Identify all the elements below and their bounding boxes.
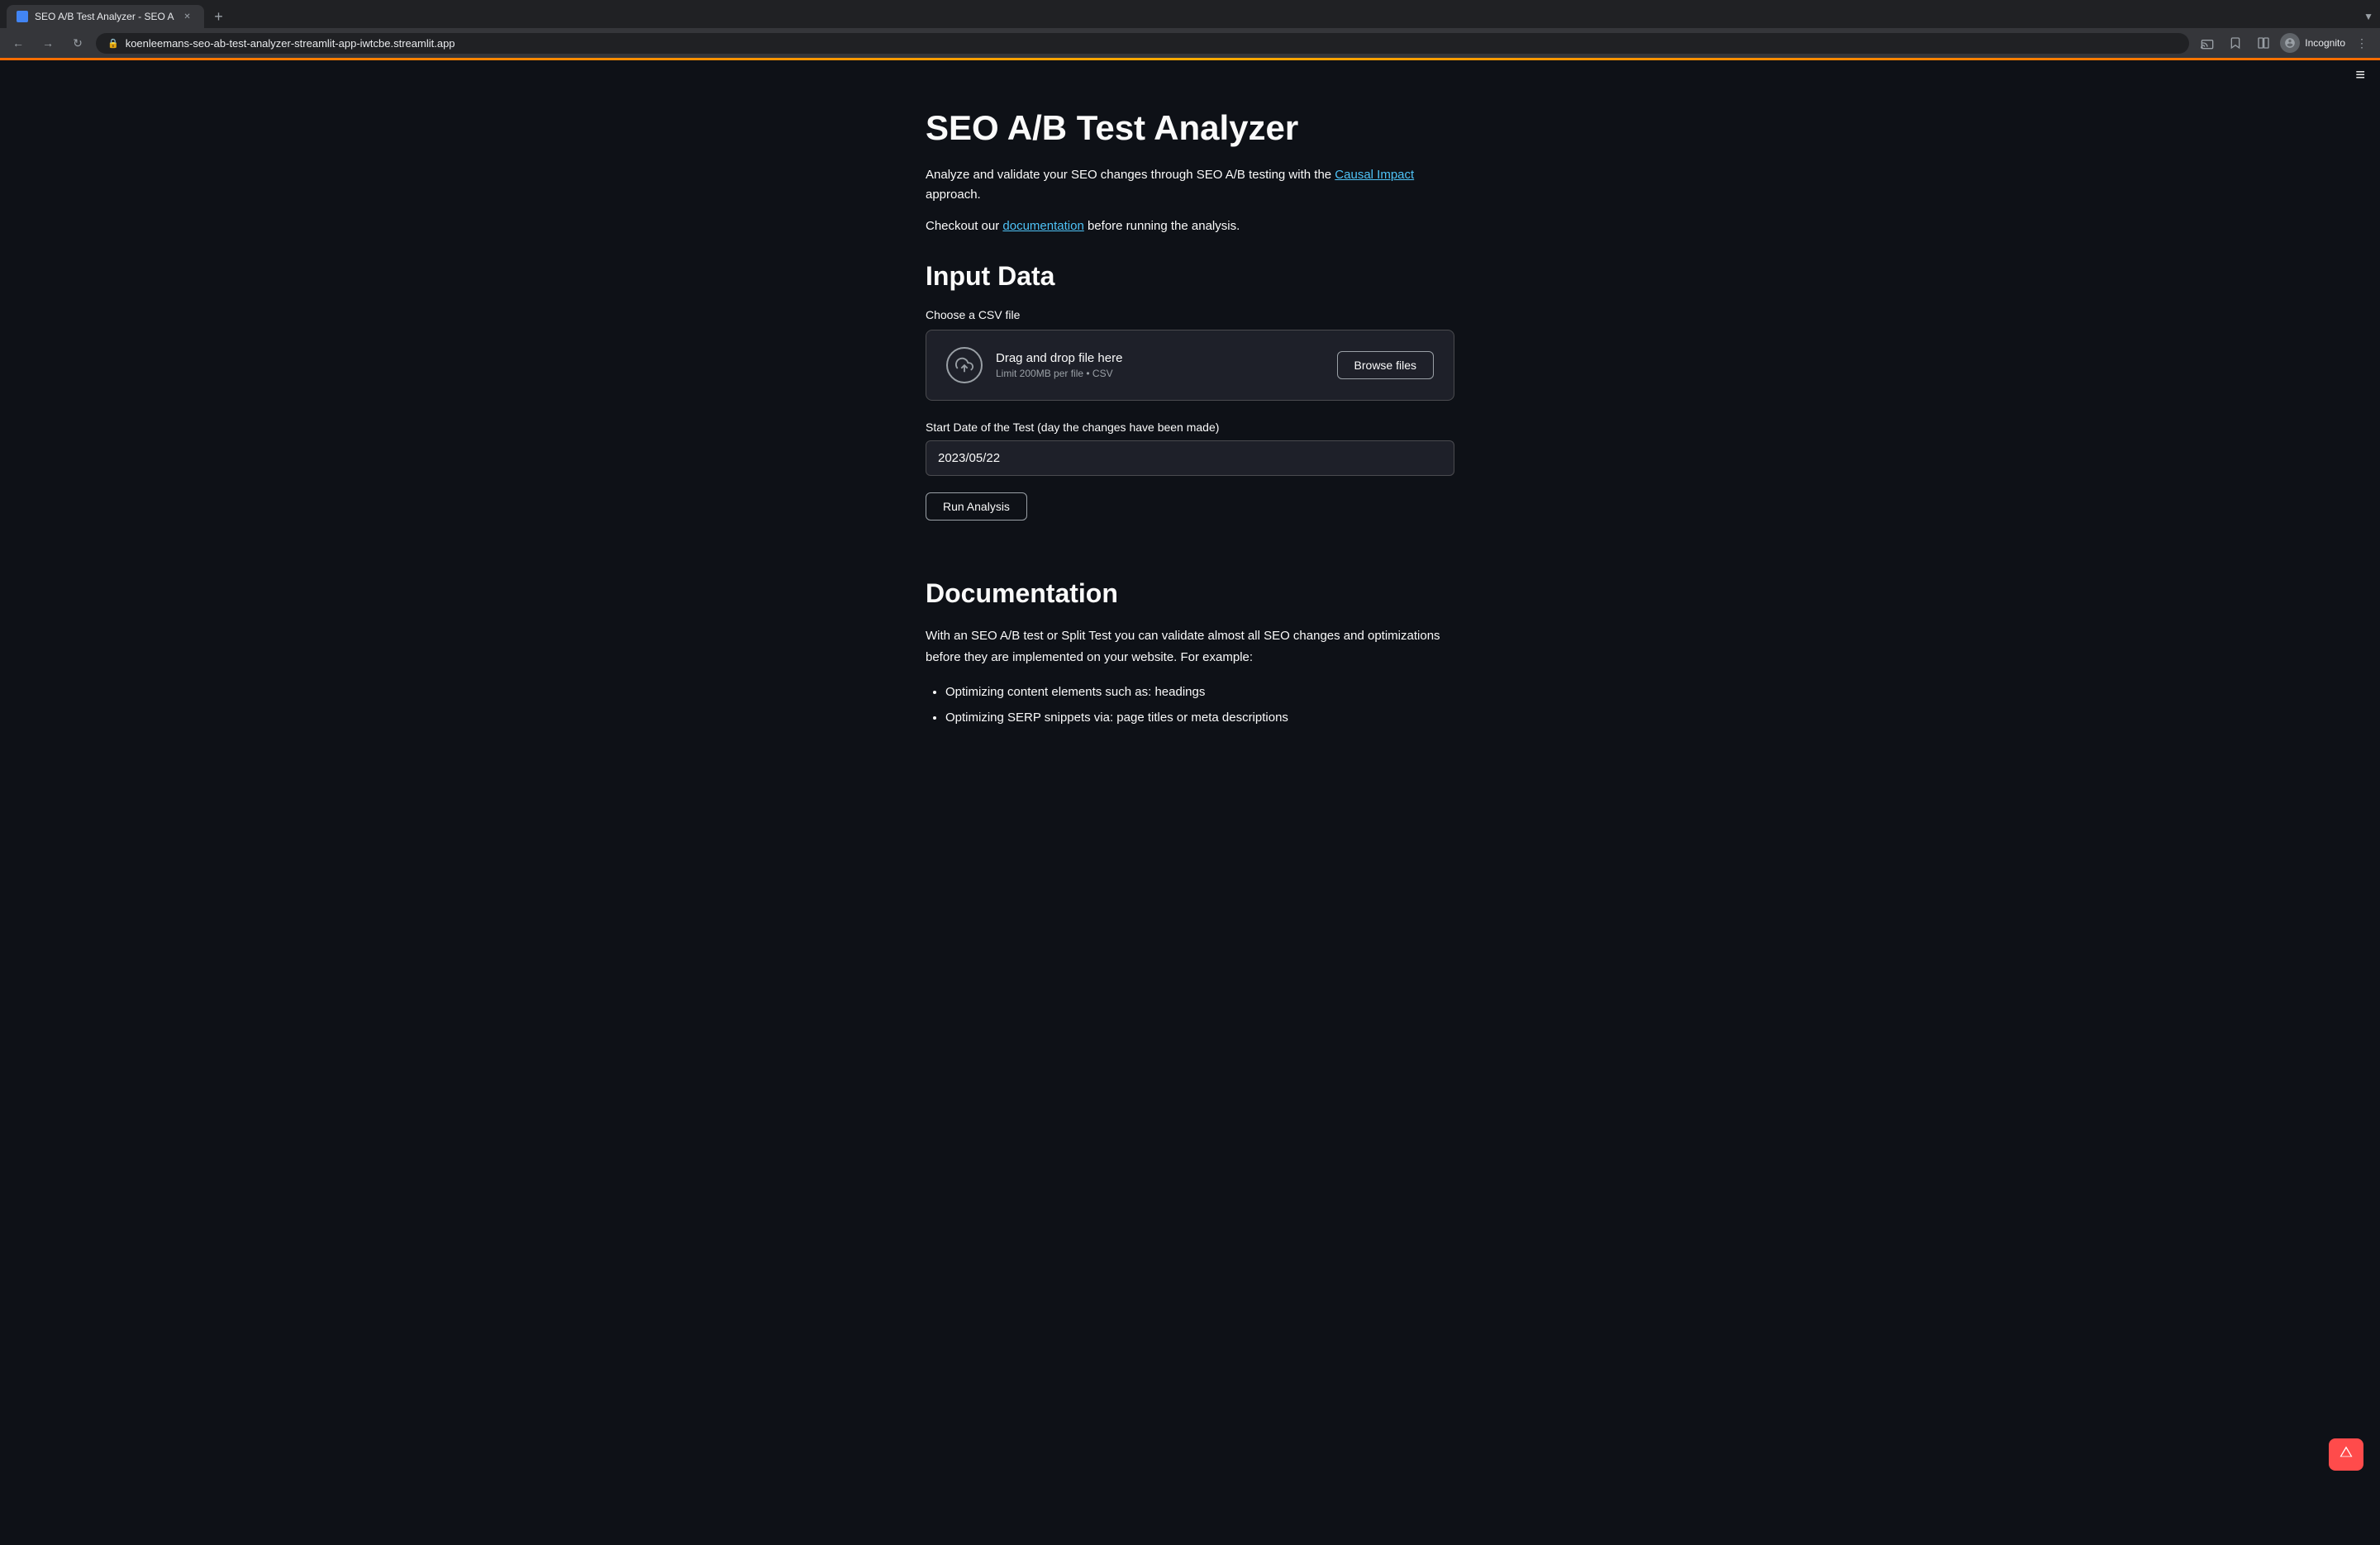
upload-limit-text: Limit 200MB per file • CSV (996, 368, 1122, 379)
description-after-link: approach. (926, 188, 981, 202)
checkout-after: before running the analysis. (1084, 219, 1240, 233)
bookmark-icon[interactable] (2224, 31, 2247, 55)
incognito-badge[interactable]: Incognito (2280, 33, 2345, 53)
causal-impact-link[interactable]: Causal Impact (1335, 168, 1414, 182)
file-upload-label: Choose a CSV file (926, 308, 1454, 321)
tab-dropdown-button[interactable]: ▼ (2363, 11, 2373, 22)
url-text: koenleemans-seo-ab-test-analyzer-streaml… (126, 37, 2178, 50)
streamlit-badge-icon (2339, 1445, 2354, 1464)
hamburger-menu-button[interactable]: ≡ (2352, 63, 2368, 88)
forward-button[interactable]: → (36, 31, 60, 55)
checkout-before: Checkout our (926, 219, 1002, 233)
tab-favicon (17, 11, 28, 22)
cast-icon[interactable] (2196, 31, 2219, 55)
date-input[interactable] (926, 440, 1454, 476)
documentation-link[interactable]: documentation (1002, 219, 1083, 233)
description-before-link: Analyze and validate your SEO changes th… (926, 168, 1335, 182)
refresh-button[interactable]: ↻ (66, 31, 89, 55)
bullet-item-2: Optimizing SERP snippets via: page title… (945, 706, 1454, 729)
active-tab[interactable]: SEO A/B Test Analyzer - SEO A ✕ (7, 5, 204, 28)
gradient-bar (0, 58, 2380, 60)
upload-cloud-icon (946, 347, 983, 383)
documentation-heading: Documentation (926, 578, 1454, 609)
file-upload-area[interactable]: Drag and drop file here Limit 200MB per … (926, 330, 1454, 401)
description-paragraph: Analyze and validate your SEO changes th… (926, 165, 1454, 205)
address-bar[interactable]: 🔒 koenleemans-seo-ab-test-analyzer-strea… (96, 33, 2189, 54)
incognito-avatar (2280, 33, 2300, 53)
run-analysis-button[interactable]: Run Analysis (926, 492, 1027, 521)
back-button[interactable]: ← (7, 31, 30, 55)
tab-close-button[interactable]: ✕ (181, 10, 194, 23)
more-options-button[interactable]: ⋮ (2350, 31, 2373, 55)
lock-icon: 🔒 (107, 38, 119, 49)
input-section-heading: Input Data (926, 261, 1454, 292)
checkout-paragraph: Checkout our documentation before runnin… (926, 216, 1454, 236)
incognito-label: Incognito (2305, 37, 2345, 49)
bullet-list: Optimizing content elements such as: hea… (926, 681, 1454, 729)
split-view-icon[interactable] (2252, 31, 2275, 55)
browse-files-button[interactable]: Browse files (1337, 351, 1434, 379)
bullet-item-1: Optimizing content elements such as: hea… (945, 681, 1454, 703)
streamlit-badge[interactable] (2329, 1438, 2363, 1471)
documentation-paragraph: With an SEO A/B test or Split Test you c… (926, 625, 1454, 668)
new-tab-button[interactable]: + (207, 5, 231, 28)
page-title: SEO A/B Test Analyzer (926, 107, 1454, 149)
date-input-label: Start Date of the Test (day the changes … (926, 421, 1454, 434)
tab-label: SEO A/B Test Analyzer - SEO A (35, 11, 174, 22)
drag-drop-text: Drag and drop file here (996, 351, 1122, 365)
